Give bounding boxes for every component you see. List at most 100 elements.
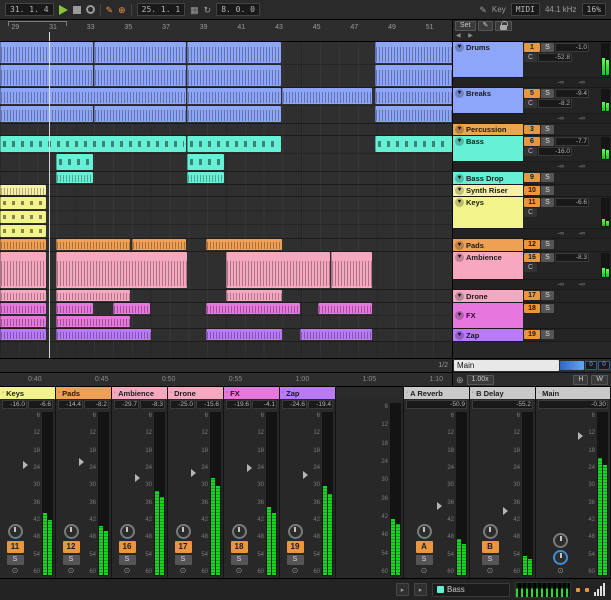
strip-volume[interactable]: -0.30	[538, 400, 608, 409]
fold-icon[interactable]: ▾	[455, 198, 464, 207]
clip[interactable]	[375, 88, 452, 104]
bar-ruler[interactable]: 293133353739414345474951	[0, 20, 452, 42]
clip-stop-icon[interactable]: ▸	[396, 583, 409, 596]
track-number[interactable]: 17	[524, 291, 540, 300]
pan-knob[interactable]	[232, 524, 247, 539]
strip-volume-2[interactable]: -6.6	[28, 400, 53, 409]
clip[interactable]	[56, 316, 130, 327]
clip[interactable]	[0, 88, 186, 104]
strip-solo-button[interactable]: S	[416, 555, 433, 565]
overdub-icon[interactable]: ✎	[106, 5, 114, 15]
clip[interactable]	[282, 88, 371, 104]
pan-knob[interactable]	[483, 524, 498, 539]
pan-knob[interactable]	[64, 524, 79, 539]
solo-button[interactable]: S	[541, 291, 554, 300]
automation-arm-icon[interactable]: ⊕	[118, 5, 126, 15]
track-pan[interactable]: C	[524, 53, 537, 62]
track-pan[interactable]: C	[524, 208, 537, 217]
clip[interactable]	[56, 154, 93, 170]
track-pan[interactable]: C	[524, 147, 537, 156]
fold-icon[interactable]: ▾	[455, 253, 464, 262]
lane-bass[interactable]	[0, 136, 452, 172]
track-volume[interactable]: -6.6	[555, 198, 589, 207]
main-track-lane[interactable]: 1/2	[0, 358, 452, 372]
strip-volume[interactable]: -19.6	[226, 400, 251, 409]
clip[interactable]	[113, 303, 150, 314]
clip[interactable]	[0, 197, 46, 209]
time-ruler[interactable]: 0:400:450:500:551:001:051:10	[0, 372, 452, 386]
solo-button[interactable]: S	[541, 125, 554, 134]
lane-ambience[interactable]	[0, 252, 452, 290]
fold-icon[interactable]: ▾	[455, 292, 464, 301]
clip[interactable]	[56, 303, 93, 314]
pan-knob[interactable]	[176, 524, 191, 539]
clip[interactable]	[56, 172, 93, 183]
strip-volume[interactable]: -14.4	[58, 400, 83, 409]
track-number[interactable]: 3	[524, 125, 540, 134]
strip-volume[interactable]: -29.7	[114, 400, 139, 409]
arrangement-position[interactable]: 31. 1. 4	[5, 3, 54, 16]
clip[interactable]	[56, 290, 130, 301]
clip[interactable]	[56, 252, 187, 288]
track-pan[interactable]: C	[524, 263, 537, 272]
set-button[interactable]: Set	[455, 21, 476, 31]
fold-icon[interactable]: ▾	[455, 311, 464, 320]
track-selector[interactable]: Bass	[432, 583, 510, 597]
solo-button[interactable]: S	[541, 43, 554, 52]
fold-icon[interactable]: ▾	[455, 137, 464, 146]
clip[interactable]	[206, 303, 300, 314]
main-track-header[interactable]: Main 0 0	[453, 358, 611, 372]
draw-mode-icon[interactable]: ✎	[479, 5, 487, 15]
strip-header[interactable]: ◦Zap	[280, 387, 335, 399]
pencil-icon[interactable]: ✎	[478, 21, 494, 31]
fader-handle[interactable]	[247, 464, 252, 472]
track-volume-2[interactable]: -52.8	[538, 53, 572, 62]
fader-handle[interactable]	[578, 432, 583, 440]
midi-map-toggle[interactable]: MIDI	[511, 3, 540, 16]
pan-knob[interactable]	[417, 524, 432, 539]
clip[interactable]	[56, 329, 151, 340]
play-button[interactable]	[59, 5, 68, 15]
record-button[interactable]	[86, 5, 95, 14]
lane-breaks[interactable]	[0, 88, 452, 124]
clip[interactable]	[0, 185, 46, 195]
strip-header[interactable]: ◦Pads	[56, 387, 111, 399]
clip[interactable]	[187, 88, 281, 104]
levels-icon[interactable]	[594, 583, 605, 596]
fader-handle[interactable]	[303, 471, 308, 479]
clip[interactable]	[187, 65, 281, 86]
strip-solo-button[interactable]: S	[175, 555, 192, 565]
solo-button[interactable]: S	[541, 330, 554, 339]
strip-solo-button[interactable]: S	[119, 555, 136, 565]
track-volume[interactable]: -7.7	[555, 137, 589, 146]
track-number[interactable]: 5	[524, 89, 540, 98]
lane-drums[interactable]	[0, 42, 452, 88]
zoom-width-button[interactable]: W	[591, 375, 608, 385]
lane-pads[interactable]	[0, 239, 452, 252]
clip[interactable]	[0, 252, 46, 288]
strip-number[interactable]: 19	[287, 541, 304, 553]
lane-bass-drop[interactable]	[0, 172, 452, 185]
clip[interactable]	[0, 290, 46, 301]
strip-volume-2[interactable]: -8.3	[140, 400, 165, 409]
track-volume-2[interactable]: -16.0	[538, 147, 572, 156]
strip-solo-button[interactable]: S	[231, 555, 248, 565]
solo-button[interactable]: S	[541, 173, 554, 182]
track-number[interactable]: 10	[524, 186, 540, 195]
strip-header[interactable]: ◦Keys	[0, 387, 55, 399]
strip-volume-2[interactable]: -15.6	[196, 400, 221, 409]
lane-drone[interactable]	[0, 290, 452, 303]
clip[interactable]	[187, 154, 224, 170]
lane-keys[interactable]	[0, 197, 452, 239]
loop-icon[interactable]: ↻	[204, 5, 212, 15]
fold-icon[interactable]: ▾	[455, 331, 464, 340]
track-number[interactable]: 19	[524, 330, 540, 339]
strip-number[interactable]: 17	[175, 541, 192, 553]
pan-knob[interactable]	[553, 533, 568, 548]
strip-number[interactable]: 16	[119, 541, 136, 553]
clip[interactable]	[94, 42, 186, 63]
fader-handle[interactable]	[79, 458, 84, 466]
fader-handle[interactable]	[191, 469, 196, 477]
solo-button[interactable]: S	[541, 89, 554, 98]
clip[interactable]	[0, 303, 46, 314]
